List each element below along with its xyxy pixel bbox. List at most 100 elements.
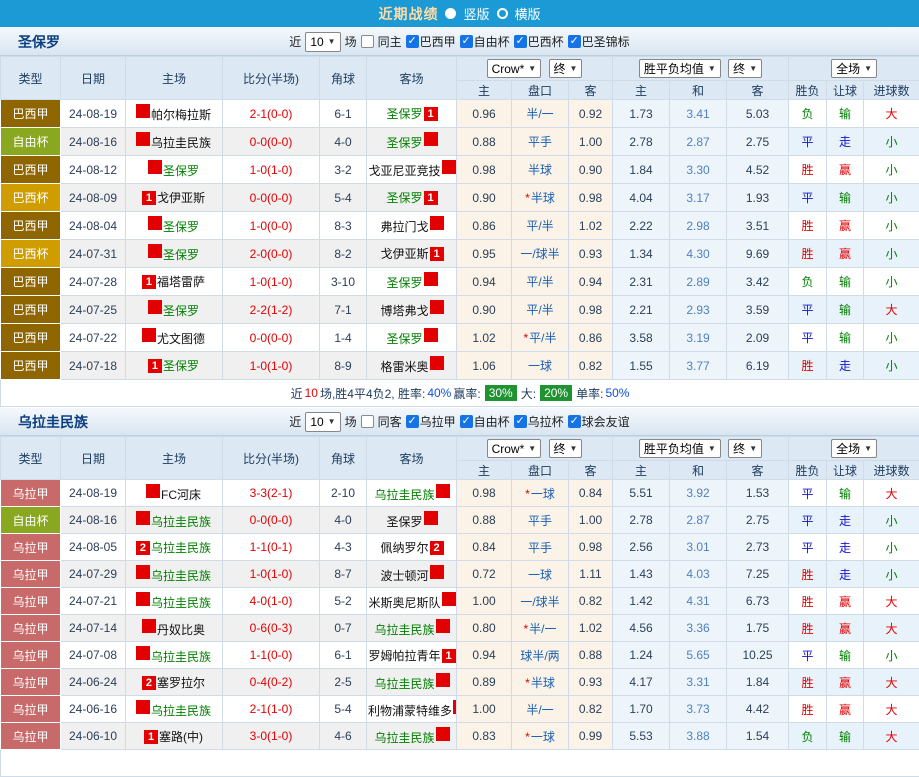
result-handicap-cell: 输 [827,723,864,750]
league-checkbox[interactable]: ✓ [406,35,419,48]
odds-stage-select[interactable]: 终▼ [549,439,583,458]
same-away-checkbox[interactable] [361,415,374,428]
mean-home-cell: 2.31 [613,268,670,296]
league-tag: 巴西杯 [1,184,61,212]
table-row: 乌拉甲 24-06-24 2塞罗拉尔 0-4(0-2) 2-5 乌拉圭民族 0.… [1,669,919,696]
odds-home-cell: 0.90 [457,184,512,212]
recent-matches-table-nacional: 类型 日期 主场 比分(半场) 角球 客场 Crow*▼ 终▼ 胜平负均值▼ 终… [0,436,919,777]
result-wdl-cell: 胜 [789,156,827,184]
section-header-nacional: 乌拉圭民族 近 10▼ 场 同客 ✓乌拉甲 ✓自由杯 ✓乌拉杯 ✓球会友谊 [0,407,919,436]
radio-horizontal-icon[interactable] [497,8,508,19]
home-team-name: 圣保罗 [163,359,199,373]
match-count-select[interactable]: 10▼ [305,32,340,52]
league-tag: 乌拉甲 [1,642,61,669]
scope-select[interactable]: 全场▼ [831,59,877,78]
odds-home-cell: 0.88 [457,507,512,534]
result-goals-cell: 小 [864,128,919,156]
date-cell: 24-08-04 [61,212,126,240]
table-row: 自由杯 24-08-16 乌拉圭民族 0-0(0-0) 4-0 圣保罗 0.88… [1,507,919,534]
table-row: 乌拉甲 24-06-16 乌拉圭民族 2-1(1-0) 5-4 利物浦蒙特维多 … [1,696,919,723]
away-team-cell: 圣保罗 [367,507,457,534]
handicap-text: 半球 [528,163,552,177]
mean-away-cell: 1.75 [727,615,789,642]
mean-draw-cell: 3.31 [670,669,727,696]
result-group-header: 全场▼ [789,437,919,461]
sub-odds-home: 主 [457,81,512,100]
star-marker: * [525,487,530,501]
mean-type-select[interactable]: 胜平负均值▼ [639,439,721,458]
same-home-checkbox[interactable] [361,35,374,48]
result-wdl-cell: 胜 [789,669,827,696]
odds-stage-select[interactable]: 终▼ [549,59,583,78]
table-row: 巴西甲 24-07-25 圣保罗 2-2(1-2) 7-1 博塔弗戈 0.90 … [1,296,919,324]
chevron-down-icon: ▼ [864,444,872,453]
league-label: 巴西甲 [420,33,456,50]
home-team-name: 乌拉圭民族 [151,136,211,150]
league-checkbox[interactable]: ✓ [460,35,473,48]
mean-home-cell: 3.58 [613,324,670,352]
chevron-down-icon: ▼ [328,37,336,46]
handicap-text: 平/半 [526,303,553,317]
league-tag: 自由杯 [1,507,61,534]
result-handicap-cell: 赢 [827,240,864,268]
result-goals-cell: 大 [864,296,919,324]
league-checkbox[interactable]: ✓ [514,415,527,428]
away-team-name: 米斯奥尼斯队 [368,596,440,610]
red-card-badge [430,216,444,230]
result-wdl-cell: 胜 [789,240,827,268]
bookmaker-select[interactable]: Crow*▼ [487,439,542,458]
home-team-cell: 尤文图德 [126,324,223,352]
score-cell: 3-3(2-1) [223,480,320,507]
result-goals-cell: 小 [864,212,919,240]
away-team-cell: 乌拉圭民族 [367,615,457,642]
corner-cell: 8-9 [320,352,367,380]
sub-mean-draw: 和 [670,81,727,100]
mean-home-cell: 1.42 [613,588,670,615]
mean-home-cell: 1.43 [613,561,670,588]
radio-vertical-label[interactable]: 竖版 [463,4,489,23]
home-team-cell: 1塞路(中) [126,723,223,750]
league-checkbox[interactable]: ✓ [568,415,581,428]
result-handicap-cell: 输 [827,480,864,507]
home-team-name: 乌拉圭民族 [151,515,211,529]
date-cell: 24-08-16 [61,128,126,156]
odds-handicap-cell: *平手 [512,507,569,534]
match-count-select[interactable]: 10▼ [305,412,340,432]
league-checkbox[interactable]: ✓ [568,35,581,48]
home-team-cell: 丹奴比奥 [126,615,223,642]
odds-away-cell: 0.98 [569,184,613,212]
mean-stage-select[interactable]: 终▼ [728,439,762,458]
scope-select[interactable]: 全场▼ [831,439,877,458]
mean-type-select[interactable]: 胜平负均值▼ [639,59,721,78]
radio-vertical-icon[interactable] [445,8,456,19]
away-team-name: 乌拉圭民族 [374,731,434,745]
table-head: 类型 日期 主场 比分(半场) 角球 客场 Crow*▼ 终▼ 胜平负均值▼ 终… [1,57,919,100]
home-team-name: 乌拉圭民族 [151,569,211,583]
radio-horizontal-label[interactable]: 横版 [515,4,541,23]
home-team-cell: 乌拉圭民族 [126,507,223,534]
red-card-badge [442,592,456,606]
summary-row-clipped [1,750,919,777]
away-team-name: 圣保罗 [386,107,422,121]
home-team-name: 圣保罗 [163,164,199,178]
mean-stage-select[interactable]: 终▼ [728,59,762,78]
away-team-cell: 圣保罗 [367,324,457,352]
mean-away-cell: 7.25 [727,561,789,588]
handicap-text: 平手 [528,135,552,149]
league-checkbox[interactable]: ✓ [406,415,419,428]
league-tag: 乌拉甲 [1,723,61,750]
league-checkbox[interactable]: ✓ [460,415,473,428]
league-checkbox[interactable]: ✓ [514,35,527,48]
mean-draw-cell: 3.92 [670,480,727,507]
corner-cell: 8-7 [320,561,367,588]
handicap-text: 球半/两 [520,649,559,663]
result-wdl-cell: 负 [789,268,827,296]
red-card-badge [424,511,438,525]
score-cell: 1-0(1-0) [223,156,320,184]
result-wdl-cell: 胜 [789,352,827,380]
bookmaker-select[interactable]: Crow*▼ [487,59,542,78]
league-label: 巴西杯 [528,33,564,50]
table-row: 巴西甲 24-07-28 1福塔雷萨 1-0(1-0) 3-10 圣保罗 0.9… [1,268,919,296]
handicap-text: 一球 [528,568,552,582]
mean-draw-cell: 2.93 [670,296,727,324]
